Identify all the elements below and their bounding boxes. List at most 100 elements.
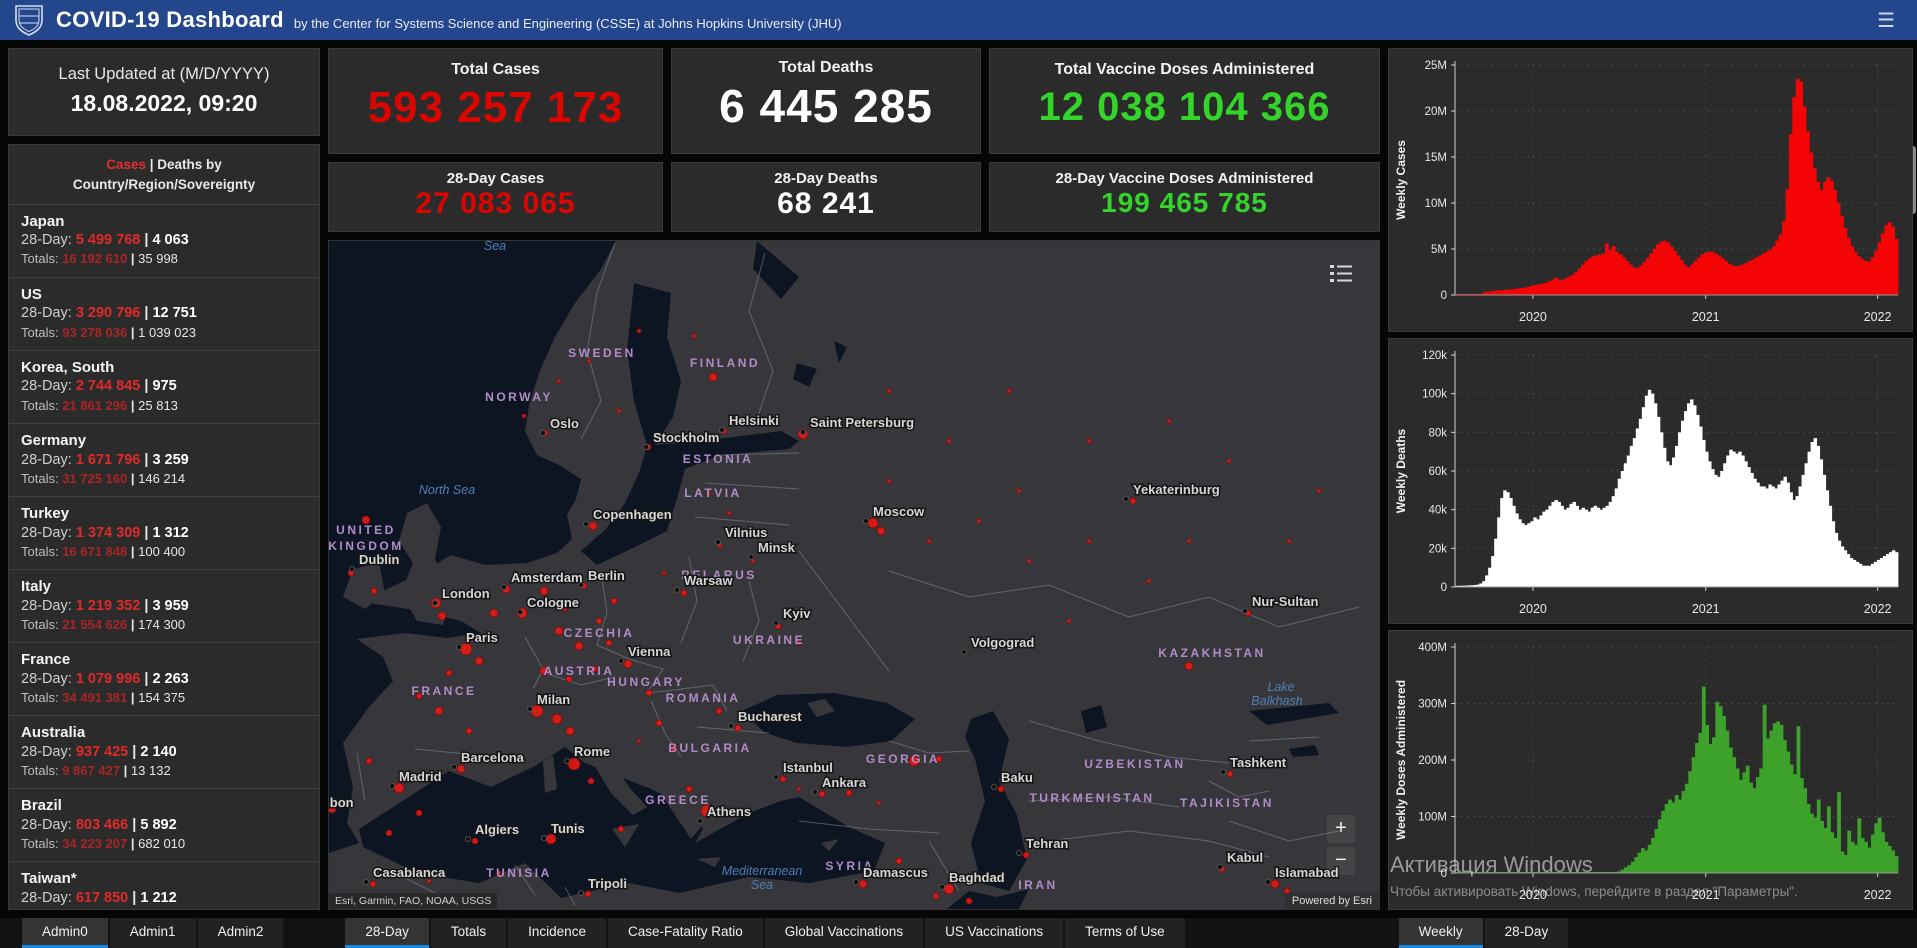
tab-admin0[interactable]: Admin0 xyxy=(22,918,108,948)
outbreak-dot[interactable] xyxy=(565,726,575,736)
outbreak-dot[interactable] xyxy=(645,689,653,697)
tab-case-fatality-ratio[interactable]: Case-Fatality Ratio xyxy=(607,918,763,948)
outbreak-dot[interactable] xyxy=(926,538,932,544)
outbreak-dot[interactable] xyxy=(610,597,618,605)
outbreak-dot[interactable] xyxy=(445,669,453,677)
outbreak-dot[interactable] xyxy=(876,800,882,806)
outbreak-dot[interactable] xyxy=(1316,488,1322,494)
outbreak-dot[interactable] xyxy=(605,639,613,647)
outbreak-dot[interactable] xyxy=(617,825,625,833)
hamburger-menu-icon[interactable]: ☰ xyxy=(1869,8,1903,33)
outbreak-dot[interactable] xyxy=(997,785,1005,793)
outbreak-dot[interactable] xyxy=(661,570,667,576)
country-row[interactable]: Japan 28-Day: 5 499 768 | 4 063 Totals: 16… xyxy=(9,203,319,277)
outbreak-dot[interactable] xyxy=(943,883,955,895)
outbreak-dot[interactable] xyxy=(456,764,466,774)
country-row[interactable]: Taiwan* 28-Day: 617 850 | 1 212 Totals: 4 … xyxy=(9,861,319,909)
outbreak-dot[interactable] xyxy=(715,707,723,715)
outbreak-dot[interactable] xyxy=(932,892,940,900)
tab-incidence[interactable]: Incidence xyxy=(508,918,606,948)
tab-global-vaccinations[interactable]: Global Vaccinations xyxy=(764,918,924,948)
tab-28-day[interactable]: 28-Day xyxy=(1484,918,1569,948)
outbreak-dot[interactable] xyxy=(680,589,688,597)
outbreak-dot[interactable] xyxy=(588,521,598,531)
outbreak-dot[interactable] xyxy=(370,587,378,595)
outbreak-dot[interactable] xyxy=(876,526,886,536)
outbreak-dot[interactable] xyxy=(551,713,563,725)
tab-terms-of-use[interactable]: Terms of Use xyxy=(1065,918,1185,948)
outbreak-dot[interactable] xyxy=(976,518,982,524)
outbreak-dot[interactable] xyxy=(623,659,633,669)
tab-us-vaccinations[interactable]: US Vaccinations xyxy=(925,918,1064,948)
outbreak-dot[interactable] xyxy=(1026,558,1032,564)
outbreak-dot[interactable] xyxy=(385,829,393,837)
outbreak-dot[interactable] xyxy=(708,372,718,382)
outbreak-dot[interactable] xyxy=(1226,770,1234,778)
tab-weekly[interactable]: Weekly xyxy=(1398,918,1483,948)
cases-toggle[interactable]: Cases xyxy=(106,157,146,172)
outbreak-dot[interactable] xyxy=(1186,538,1192,544)
outbreak-dot[interactable] xyxy=(574,641,584,651)
outbreak-dot[interactable] xyxy=(1006,388,1012,394)
outbreak-dot[interactable] xyxy=(818,790,826,798)
outbreak-dot[interactable] xyxy=(685,785,693,793)
country-row[interactable]: Turkey 28-Day: 1 374 309 | 1 312 Totals: 1… xyxy=(9,495,319,569)
country-row[interactable]: Australia 28-Day: 937 425 | 2 140 Totals: … xyxy=(9,715,319,788)
outbreak-dot[interactable] xyxy=(845,789,853,797)
outbreak-dot[interactable] xyxy=(584,890,592,898)
map-zoom-in-button[interactable]: + xyxy=(1327,815,1355,843)
outbreak-dot[interactable] xyxy=(465,727,473,735)
outbreak-dot[interactable] xyxy=(734,724,742,732)
outbreak-dot[interactable] xyxy=(796,786,802,792)
outbreak-dot[interactable] xyxy=(474,656,484,666)
legend-list-icon[interactable] xyxy=(1329,263,1353,283)
outbreak-dot[interactable] xyxy=(1286,538,1292,544)
outbreak-dot[interactable] xyxy=(554,626,564,636)
outbreak-dot[interactable] xyxy=(1270,879,1280,889)
outbreak-dot[interactable] xyxy=(556,378,562,384)
country-row[interactable]: Italy 28-Day: 1 219 352 | 3 959 Totals: 21… xyxy=(9,568,319,642)
outbreak-dot[interactable] xyxy=(858,879,868,889)
outbreak-dot[interactable] xyxy=(1166,418,1172,424)
outbreak-dot[interactable] xyxy=(886,388,892,394)
outbreak-dot[interactable] xyxy=(1086,538,1092,544)
outbreak-dot[interactable] xyxy=(489,608,499,618)
outbreak-dot[interactable] xyxy=(726,510,732,516)
country-row[interactable]: France 28-Day: 1 079 996 | 2 263 Totals: 3… xyxy=(9,641,319,715)
outbreak-dot[interactable] xyxy=(539,586,549,596)
outbreak-dot[interactable] xyxy=(415,809,423,817)
outbreak-dot[interactable] xyxy=(691,333,697,339)
outbreak-dot[interactable] xyxy=(1086,438,1092,444)
outbreak-dot[interactable] xyxy=(437,611,447,621)
chart-bars[interactable] xyxy=(1455,389,1899,587)
outbreak-dot[interactable] xyxy=(567,757,581,771)
outbreak-dot[interactable] xyxy=(587,777,595,785)
outbreak-dot[interactable] xyxy=(655,719,663,727)
outbreak-dot[interactable] xyxy=(886,478,892,484)
tab-28-day[interactable]: 28-Day xyxy=(345,918,429,948)
country-row[interactable]: Korea, South 28-Day: 2 744 845 | 975 Total… xyxy=(9,349,319,423)
outbreak-dot[interactable] xyxy=(595,617,603,625)
outbreak-dot[interactable] xyxy=(636,738,642,744)
chart-bars[interactable] xyxy=(1455,686,1899,874)
outbreak-dot[interactable] xyxy=(1016,488,1022,494)
outbreak-dot[interactable] xyxy=(1129,497,1137,505)
outbreak-dot[interactable] xyxy=(636,328,642,334)
outbreak-dot[interactable] xyxy=(946,438,952,444)
outbreak-dot[interactable] xyxy=(369,880,377,888)
outbreak-dot[interactable] xyxy=(867,517,879,529)
outbreak-dot[interactable] xyxy=(1184,661,1194,671)
country-row[interactable]: US 28-Day: 3 290 796 | 12 751 Totals: 93 2… xyxy=(9,276,319,350)
tab-admin1[interactable]: Admin1 xyxy=(109,918,196,948)
outbreak-dot[interactable] xyxy=(1226,458,1232,464)
world-map[interactable]: SWEDEN FINLAND NORWAY ESTONIA LATVIA UNITED KI… xyxy=(328,240,1380,910)
outbreak-dot[interactable] xyxy=(365,757,373,765)
tab-admin2[interactable]: Admin2 xyxy=(197,918,284,948)
outbreak-dot[interactable] xyxy=(779,775,787,783)
outbreak-dot[interactable] xyxy=(521,413,527,419)
outbreak-dot[interactable] xyxy=(434,706,444,716)
outbreak-dot[interactable] xyxy=(965,897,973,905)
map-zoom-out-button[interactable]: − xyxy=(1327,847,1355,875)
country-list-panel[interactable]: Cases | Deaths by Country/Region/Soverei… xyxy=(8,144,320,910)
outbreak-dot[interactable] xyxy=(393,782,405,794)
